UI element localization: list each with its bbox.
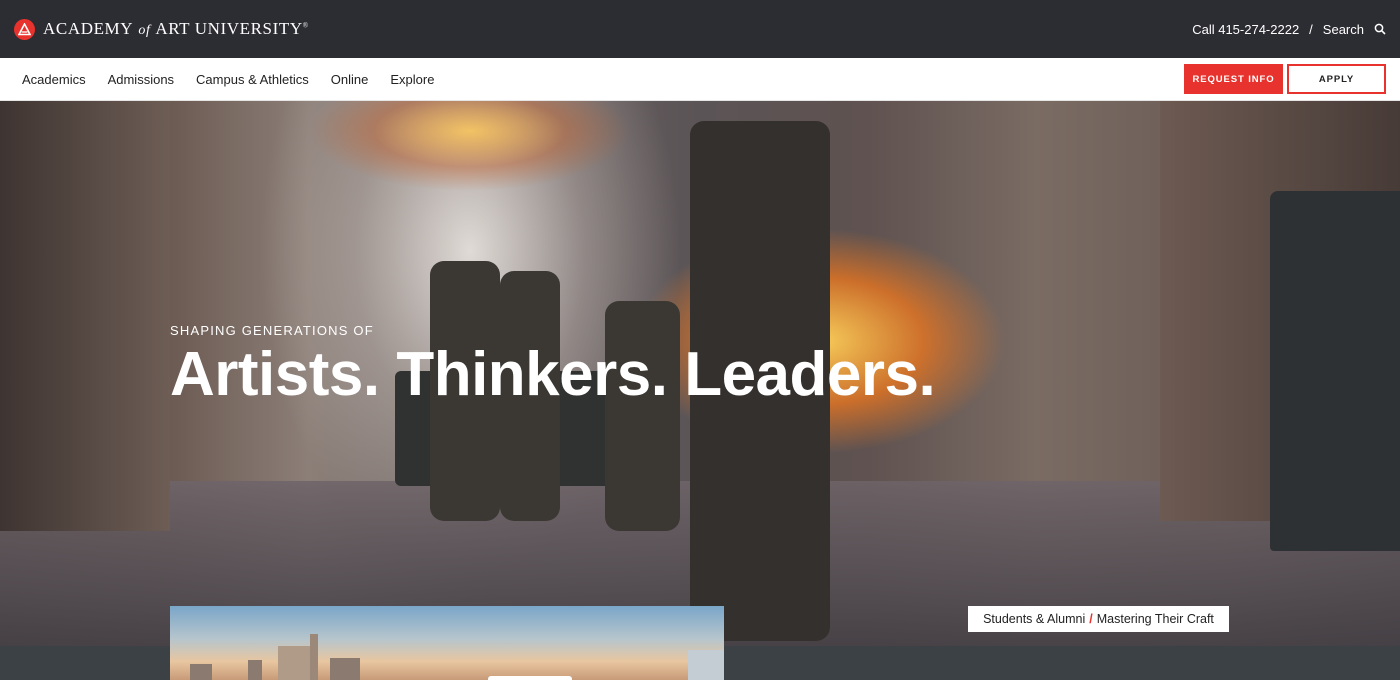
- skyline-spire: [310, 634, 318, 680]
- city-skyline-image[interactable]: [170, 606, 724, 680]
- hero-building-left: [0, 101, 170, 531]
- caption-separator: /: [1089, 612, 1093, 626]
- utility-links: Call 415-274-2222 / Search: [1192, 22, 1386, 37]
- skyline-building: [248, 660, 262, 680]
- nav-item-academics[interactable]: Academics: [22, 72, 86, 87]
- phone-link[interactable]: Call 415-274-2222: [1192, 22, 1299, 37]
- skyline-building: [688, 650, 724, 680]
- hero-text: SHAPING GENERATIONS OF Artists. Thinkers…: [170, 323, 936, 409]
- thumbnail-label-pill: [488, 676, 572, 680]
- hero-banner: SHAPING GENERATIONS OF Artists. Thinkers…: [0, 101, 1400, 646]
- hero-dumpster: [1270, 191, 1400, 551]
- nav-item-campus-athletics[interactable]: Campus & Athletics: [196, 72, 309, 87]
- apply-button[interactable]: APPLY: [1287, 64, 1386, 94]
- nav-item-admissions[interactable]: Admissions: [108, 72, 174, 87]
- caption-right: Mastering Their Craft: [1096, 612, 1214, 626]
- hero-tagline: SHAPING GENERATIONS OF: [170, 323, 374, 338]
- top-bar: ACADEMY of ART UNIVERSITY® Call 415-274-…: [0, 0, 1400, 58]
- brand-logo[interactable]: ACADEMY of ART UNIVERSITY®: [14, 18, 309, 40]
- video-caption[interactable]: Students & Alumni / Mastering Their Craf…: [968, 606, 1229, 632]
- main-nav: Academics Admissions Campus & Athletics …: [0, 58, 1400, 101]
- hero-headline: Artists. Thinkers. Leaders.: [170, 340, 936, 409]
- nav-item-online[interactable]: Online: [331, 72, 369, 87]
- caption-left: Students & Alumni: [983, 612, 1086, 626]
- utility-separator: /: [1309, 21, 1313, 37]
- search-icon[interactable]: [1374, 23, 1386, 35]
- nav-cta-group: REQUEST INFO APPLY: [1184, 64, 1386, 94]
- request-info-button[interactable]: REQUEST INFO: [1184, 64, 1283, 94]
- skyline-building: [330, 658, 360, 680]
- nav-item-explore[interactable]: Explore: [390, 72, 434, 87]
- skyline-building: [190, 664, 212, 680]
- brand-triangle-icon: [14, 18, 35, 40]
- brand-wordmark: ACADEMY of ART UNIVERSITY®: [43, 19, 309, 38]
- nav-menu: Academics Admissions Campus & Athletics …: [22, 72, 434, 87]
- search-link[interactable]: Search: [1323, 22, 1364, 37]
